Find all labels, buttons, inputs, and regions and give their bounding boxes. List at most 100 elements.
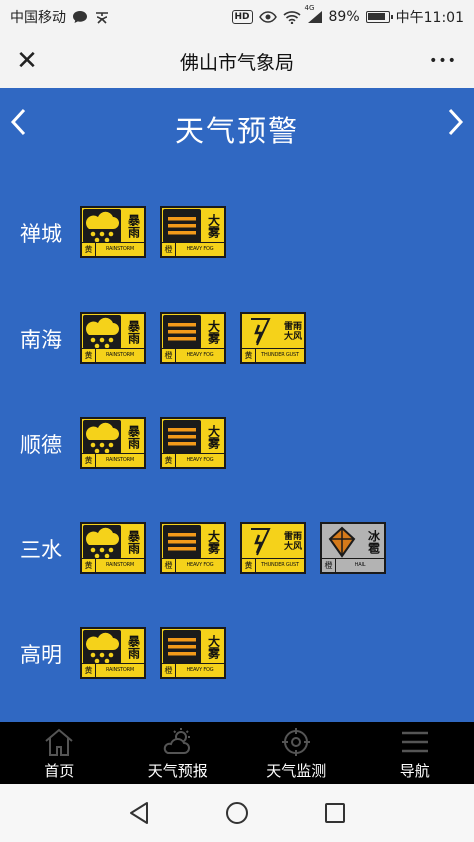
warning-english-name: THUNDER GUST [261, 352, 299, 358]
tab-bar: 首页 天气预报 天气监测 导航 [0, 722, 474, 784]
warning-footer: 黄 THUNDER GUST [242, 348, 304, 362]
district-row: 顺德 暴雨黄 RAINSTORM 大雾黄 HEAVY FOG [0, 417, 474, 473]
warning-title: 暴雨 [126, 635, 141, 659]
prev-arrow-button[interactable] [2, 106, 36, 146]
tab-label-weather-forecast: 天气预报 [147, 762, 208, 780]
warning-english-name: HEAVY FOG [186, 667, 214, 673]
recents-button[interactable] [319, 797, 351, 829]
fog-icon [163, 630, 201, 664]
tab-home[interactable]: 首页 [0, 722, 119, 784]
warning-footer: 橙 HEAVY FOG [162, 348, 224, 362]
close-icon: ✕ [16, 46, 38, 76]
warning-title: 暴雨 [126, 425, 141, 449]
warning-title: 雷雨大风 [283, 532, 302, 552]
tab-weather-forecast[interactable]: 天气预报 [119, 722, 238, 784]
eye-comfort-icon [258, 11, 277, 23]
home-button[interactable] [221, 797, 253, 829]
thunder-warning-badge[interactable]: 雷雨大风黄 THUNDER GUST [240, 312, 306, 364]
warning-level: 黄 [82, 664, 96, 677]
warning-english-name: HEAVY FOG [186, 352, 214, 358]
status-bar: 中国移动 HD 4G 89% 中午11:01 [0, 0, 474, 34]
warning-level: 黄 [82, 349, 96, 362]
warning-footer: 黄 RAINSTORM [82, 242, 144, 256]
warning-title: 暴雨 [126, 320, 141, 344]
next-arrow-button[interactable] [438, 106, 472, 146]
rainstorm-icon [83, 630, 121, 664]
warning-badges: 暴雨黄 RAINSTORM 大雾黄 HEAVY FOG [80, 417, 226, 469]
warning-english-name: RAINSTORM [105, 562, 135, 568]
district-name: 南海 [20, 328, 62, 352]
warning-english-name: RAINSTORM [105, 246, 135, 252]
hail-warning-badge[interactable]: 冰雹橙 HAIL [320, 522, 386, 574]
rainstorm-warning-badge[interactable]: 暴雨黄 RAINSTORM [80, 522, 146, 574]
app-title: 佛山市气象局 [179, 51, 294, 74]
tab-navigation[interactable]: 导航 [356, 722, 474, 784]
tab-weather-monitor[interactable]: 天气监测 [237, 722, 356, 784]
warning-level: 黄 [82, 243, 96, 256]
more-icon: ••• [429, 53, 457, 69]
warning-level: 黄 [82, 454, 96, 467]
district-name: 高明 [20, 643, 62, 667]
warning-title: 大雾 [206, 214, 221, 238]
rainstorm-warning-badge[interactable]: 暴雨黄 RAINSTORM [80, 627, 146, 679]
warning-level: 橙 [162, 243, 176, 256]
battery-percent: 89% [328, 9, 360, 25]
close-button[interactable]: ✕ [12, 44, 42, 78]
warning-footer: 橙 HAIL [322, 558, 384, 572]
home-icon [45, 728, 73, 756]
warning-english-name: HAIL [354, 562, 366, 568]
warning-footer: 黄 THUNDER GUST [242, 558, 304, 572]
chevron-left-icon [10, 108, 26, 136]
warning-level: 橙 [322, 559, 336, 572]
page-head: 天气预警 [0, 88, 474, 170]
warning-footer: 黄 HEAVY FOG [162, 453, 224, 467]
rainstorm-icon [83, 209, 121, 243]
district-row: 三水 暴雨黄 RAINSTORM 大雾橙 HEAVY FOG 雷雨大风黄 THUNDER G… [0, 522, 474, 578]
fog-warning-badge[interactable]: 大雾黄 HEAVY FOG [160, 417, 226, 469]
warning-footer: 黄 RAINSTORM [82, 663, 144, 677]
back-button[interactable] [123, 797, 155, 829]
page-title: 天气预警 [174, 114, 299, 148]
warning-footer: 黄 RAINSTORM [82, 453, 144, 467]
system-nav-bar [0, 784, 474, 842]
tab-label-home: 首页 [44, 762, 75, 780]
fog-icon [163, 209, 201, 243]
warning-badges: 暴雨黄 RAINSTORM 大雾橙 HEAVY FOG 雷雨大风黄 THUNDER GUS… [80, 312, 306, 364]
thunder-warning-badge[interactable]: 雷雨大风黄 THUNDER GUST [240, 522, 306, 574]
warning-title: 大雾 [206, 635, 221, 659]
warning-title: 暴雨 [126, 214, 141, 238]
rainstorm-warning-badge[interactable]: 暴雨黄 RAINSTORM [80, 312, 146, 364]
warning-english-name: HEAVY FOG [186, 246, 214, 252]
warning-level: 橙 [162, 349, 176, 362]
tab-label-navigation: 导航 [399, 762, 430, 780]
fog-warning-badge[interactable]: 大雾橙 HEAVY FOG [160, 312, 226, 364]
warning-footer: 橙 HEAVY FOG [162, 663, 224, 677]
rainstorm-warning-badge[interactable]: 暴雨黄 RAINSTORM [80, 206, 146, 258]
fog-warning-badge[interactable]: 大雾橙 HEAVY FOG [160, 627, 226, 679]
district-name: 三水 [20, 538, 62, 562]
carrier-label: 中国移动 [10, 10, 66, 26]
rainstorm-warning-badge[interactable]: 暴雨黄 RAINSTORM [80, 417, 146, 469]
app-notification-icon [96, 12, 108, 24]
warning-page: 天气预警 禅城 暴雨黄 RAINSTORM 大雾橙 HEAVY FOG 南海 暴雨黄 RAIN… [0, 88, 474, 722]
fog-warning-badge[interactable]: 大雾橙 HEAVY FOG [160, 522, 226, 574]
fog-warning-badge[interactable]: 大雾橙 HEAVY FOG [160, 206, 226, 258]
hail-icon [323, 525, 361, 559]
rainstorm-icon [83, 315, 121, 349]
more-options-button[interactable]: ••• [426, 44, 460, 78]
warning-english-name: HEAVY FOG [186, 562, 214, 568]
warning-english-name: RAINSTORM [105, 667, 135, 673]
recents-square-icon [325, 803, 345, 823]
clock: 中午11:01 [395, 10, 464, 26]
tab-label-weather-monitor: 天气监测 [266, 762, 327, 780]
app-header: ✕ 佛山市气象局 ••• [0, 34, 474, 88]
warning-title: 大雾 [206, 530, 221, 554]
warning-level: 黄 [162, 454, 176, 467]
warning-footer: 橙 HEAVY FOG [162, 242, 224, 256]
warning-footer: 黄 RAINSTORM [82, 348, 144, 362]
monitor-target-icon [282, 728, 311, 756]
district-name: 顺德 [20, 433, 62, 457]
fog-icon [163, 315, 201, 349]
warning-level: 黄 [82, 559, 96, 572]
warning-level: 橙 [162, 559, 176, 572]
